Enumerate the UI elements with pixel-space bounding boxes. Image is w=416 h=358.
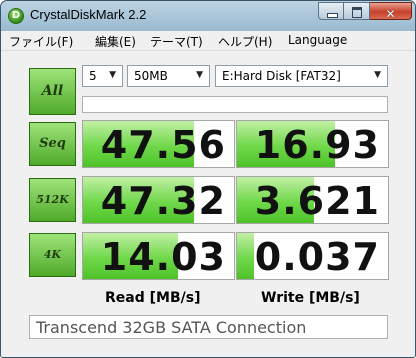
minimize-icon (327, 13, 338, 18)
menu-file[interactable]: ファイル(F) (9, 33, 73, 50)
seq-read-result: 47.56 (82, 120, 235, 168)
app-icon: D (8, 8, 24, 24)
comment-field[interactable]: Transcend 32GB SATA Connection (29, 315, 388, 339)
512k-read-value: 47.32 (100, 179, 226, 223)
menu-edit[interactable]: 編集(E) (95, 33, 136, 50)
test-size-value: 50MB (134, 69, 168, 83)
maximize-icon (352, 7, 362, 18)
4k-write-value: 0.037 (254, 235, 380, 279)
seq-write-result: 16.93 (236, 120, 389, 168)
chevron-down-icon: ▼ (374, 70, 381, 80)
minimize-button[interactable] (318, 2, 344, 20)
4k-read-result: 14.03 (82, 232, 235, 280)
write-column-label: Write [MB/s] (261, 290, 360, 306)
app-window: D CrystalDiskMark 2.2 ✕ ファイル(F) 編集(E) テー… (0, 0, 416, 358)
window-title: CrystalDiskMark 2.2 (30, 7, 147, 22)
test-size-select[interactable]: 50MB ▼ (127, 65, 210, 87)
512k-read-result: 47.32 (82, 176, 235, 224)
run-all-button[interactable]: All (29, 68, 76, 115)
progress-bar (82, 96, 388, 113)
4k-write-result: 0.037 (236, 232, 389, 280)
menu-help[interactable]: ヘルプ(H) (218, 33, 272, 50)
drive-select[interactable]: E:Hard Disk [FAT32] ▼ (215, 65, 388, 87)
512k-write-result: 3.621 (236, 176, 389, 224)
512k-test-button[interactable]: 512K (29, 178, 76, 222)
menu-bar: ファイル(F) 編集(E) テーマ(T) ヘルプ(H) Language (1, 31, 415, 51)
close-icon: ✕ (385, 7, 396, 21)
drive-value: E:Hard Disk [FAT32] (222, 69, 341, 83)
seq-test-button[interactable]: Seq (29, 122, 76, 166)
chevron-down-icon: ▼ (109, 70, 116, 80)
test-count-select[interactable]: 5 ▼ (82, 65, 123, 87)
seq-read-value: 47.56 (100, 123, 226, 167)
seq-write-value: 16.93 (254, 123, 380, 167)
test-count-value: 5 (89, 69, 97, 83)
4k-write-bar (237, 233, 255, 279)
close-button[interactable]: ✕ (370, 2, 412, 21)
4k-read-value: 14.03 (100, 235, 226, 279)
title-bar[interactable]: D CrystalDiskMark 2.2 ✕ (1, 1, 415, 31)
chevron-down-icon: ▼ (196, 70, 203, 80)
4k-test-button[interactable]: 4K (29, 233, 76, 277)
read-column-label: Read [MB/s] (105, 290, 201, 306)
512k-write-value: 3.621 (254, 179, 380, 223)
menu-theme[interactable]: テーマ(T) (150, 33, 203, 50)
menu-language[interactable]: Language (288, 33, 347, 47)
maximize-button[interactable] (344, 2, 370, 20)
